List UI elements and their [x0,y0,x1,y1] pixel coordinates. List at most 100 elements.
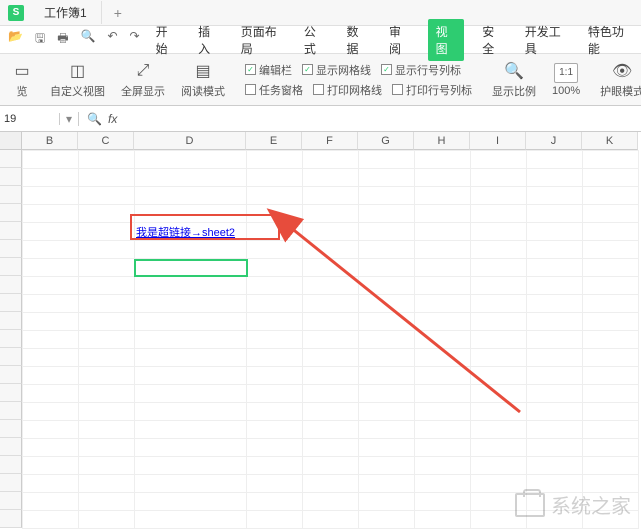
cell[interactable] [79,331,135,349]
cell[interactable] [303,169,359,187]
cell[interactable] [303,331,359,349]
cell[interactable] [359,169,415,187]
tab-view[interactable]: 视图 [428,19,465,61]
row-header[interactable] [0,330,22,348]
cell[interactable] [359,367,415,385]
cell[interactable] [135,439,247,457]
cell[interactable] [415,331,471,349]
col-header[interactable]: J [526,132,582,150]
cb-print-grid[interactable]: 打印网格线 [313,82,382,98]
cell[interactable] [415,205,471,223]
cell[interactable] [79,223,135,241]
cell[interactable] [303,259,359,277]
cell[interactable] [583,277,639,295]
open-icon[interactable]: 📂 [8,29,23,50]
cell[interactable] [359,349,415,367]
cell[interactable] [23,223,79,241]
cell[interactable] [583,151,639,169]
cell[interactable] [583,241,639,259]
cell[interactable] [23,151,79,169]
cell[interactable] [471,277,527,295]
redo-icon[interactable]: ↷ [130,29,140,50]
cell[interactable] [471,421,527,439]
cell[interactable] [415,187,471,205]
tab-start[interactable]: 开始 [152,19,181,61]
cell[interactable] [471,187,527,205]
cell[interactable] [527,385,583,403]
cell[interactable] [527,457,583,475]
cell[interactable] [359,295,415,313]
cell[interactable] [303,349,359,367]
row-header[interactable] [0,510,22,528]
cell[interactable] [79,313,135,331]
cell[interactable] [359,403,415,421]
cell[interactable] [79,295,135,313]
cell[interactable] [247,151,303,169]
cell[interactable] [23,295,79,313]
cell[interactable] [415,475,471,493]
cell[interactable] [303,439,359,457]
cell[interactable] [247,493,303,511]
cell[interactable] [415,169,471,187]
cell[interactable] [247,331,303,349]
cell[interactable] [23,403,79,421]
col-header[interactable]: E [246,132,302,150]
row-header[interactable] [0,402,22,420]
cell[interactable] [79,493,135,511]
cell[interactable] [79,475,135,493]
cell[interactable] [23,511,79,529]
cell[interactable] [527,421,583,439]
row-header[interactable] [0,222,22,240]
cell[interactable] [79,187,135,205]
col-header[interactable]: K [582,132,638,150]
cell[interactable] [135,493,247,511]
row-header[interactable] [0,276,22,294]
col-header[interactable]: F [302,132,358,150]
name-box-dropdown-icon[interactable]: ▾ [60,112,79,126]
cell[interactable] [471,169,527,187]
row-header[interactable] [0,294,22,312]
ribbon-read-mode[interactable]: ▤ 阅读模式 [175,61,231,99]
cell[interactable] [303,295,359,313]
add-tab-button[interactable]: + [102,5,134,21]
row-header[interactable] [0,240,22,258]
cell[interactable] [527,259,583,277]
cell[interactable] [79,169,135,187]
cell[interactable] [583,331,639,349]
cell[interactable] [23,493,79,511]
name-box[interactable]: 19 [0,113,60,125]
ribbon-zoom-100[interactable]: 1:1 100% [546,63,586,97]
row-header[interactable] [0,366,22,384]
cell[interactable] [303,493,359,511]
cell[interactable] [23,169,79,187]
row-header[interactable] [0,384,22,402]
cell[interactable] [303,205,359,223]
cell[interactable] [415,457,471,475]
cell[interactable] [471,151,527,169]
print-icon[interactable]: 🖶 [57,29,68,50]
cell[interactable] [79,511,135,529]
cell[interactable] [135,511,247,529]
tab-data[interactable]: 数据 [342,19,371,61]
hyperlink-cell[interactable]: 我是超链接→sheet2 [136,224,235,240]
cell[interactable] [359,151,415,169]
cell[interactable] [359,457,415,475]
cell[interactable] [135,331,247,349]
row-header[interactable] [0,204,22,222]
cell[interactable] [527,277,583,295]
cell[interactable] [23,187,79,205]
cb-task-pane[interactable]: 任务窗格 [245,82,303,98]
cell[interactable] [247,385,303,403]
cell[interactable] [247,241,303,259]
cell[interactable] [79,349,135,367]
cell[interactable] [415,259,471,277]
cell[interactable] [303,313,359,331]
cell[interactable] [79,367,135,385]
tab-review[interactable]: 审阅 [385,19,414,61]
tab-page-layout[interactable]: 页面布局 [237,19,286,61]
fx-search-icon[interactable]: 🔍 [87,112,102,126]
tab-insert[interactable]: 插入 [194,19,223,61]
cell[interactable] [359,277,415,295]
cell[interactable] [23,385,79,403]
cell[interactable] [415,295,471,313]
